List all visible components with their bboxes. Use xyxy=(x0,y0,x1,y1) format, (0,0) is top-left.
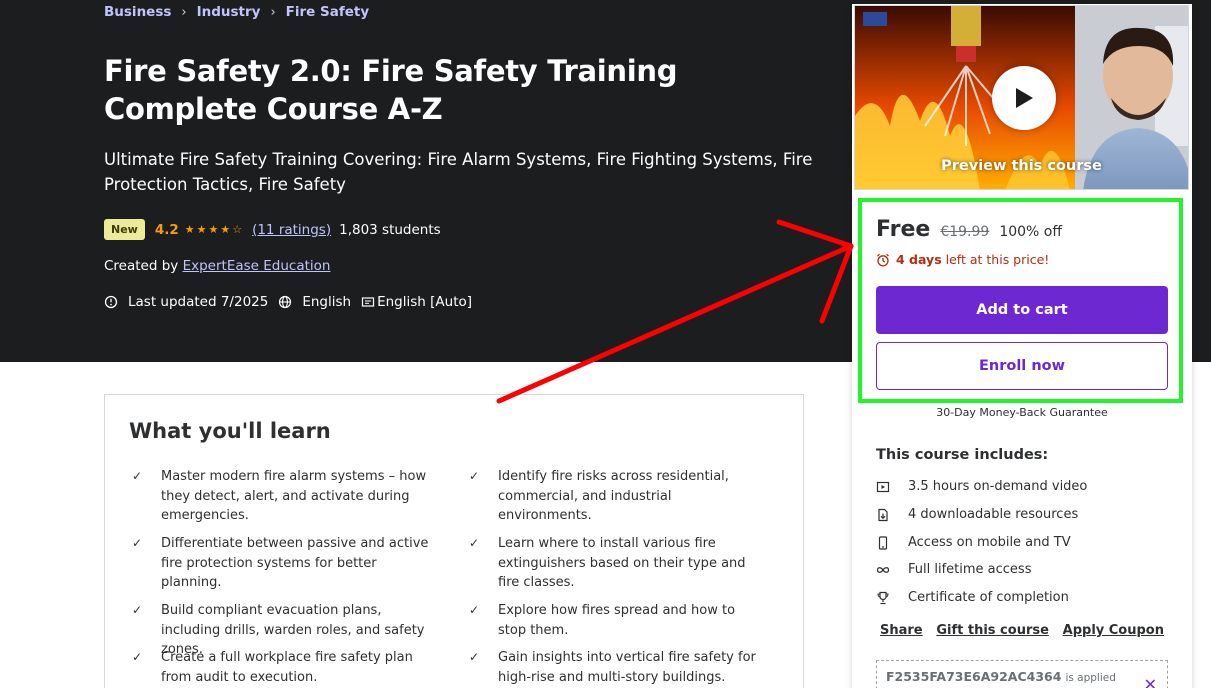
share-button[interactable]: Share xyxy=(876,623,927,638)
includes-title: This course includes: xyxy=(876,447,1049,463)
learn-item: ✓ Create a full workplace fire safety pl… xyxy=(129,648,429,687)
alert-clock-icon xyxy=(104,295,118,309)
money-back-guarantee: 30-Day Money-Back Guarantee xyxy=(936,406,1108,419)
course-preview[interactable]: Preview this course xyxy=(854,5,1189,190)
includes-item: 4 downloadable resources xyxy=(876,507,1078,522)
learn-item-text: Differentiate between passive and active… xyxy=(161,536,429,590)
mobile-icon xyxy=(876,535,908,550)
applied-coupon: F2535FA73E6A92AC4364 is applied ✕ xyxy=(876,660,1168,688)
includes-item-text: Full lifetime access xyxy=(908,562,1032,577)
learn-item: ✓ Identify fire risks across residential… xyxy=(466,467,766,526)
star-rating-icon: ★★★★☆ xyxy=(184,223,245,236)
closed-captions-icon xyxy=(361,297,375,307)
breadcrumb-industry[interactable]: Industry xyxy=(197,4,261,20)
last-updated: Last updated 7/2025 xyxy=(104,294,268,310)
includes-item-text: Certificate of completion xyxy=(908,590,1069,605)
learn-item: ✓ Gain insights into vertical fire safet… xyxy=(466,648,766,687)
course-actions: Share Gift this course Apply Coupon xyxy=(876,623,1168,638)
created-by: Created by ExpertEase Education xyxy=(104,258,330,274)
globe-icon xyxy=(279,295,292,309)
learn-item: ✓ Differentiate between passive and acti… xyxy=(129,534,429,593)
breadcrumb-fire-safety[interactable]: Fire Safety xyxy=(286,4,369,20)
check-icon: ✓ xyxy=(469,650,480,664)
remove-coupon-icon[interactable]: ✕ xyxy=(1144,675,1157,688)
chevron-right-icon: › xyxy=(270,4,276,20)
includes-item: Full lifetime access xyxy=(876,562,1031,577)
created-by-label: Created by xyxy=(104,258,179,274)
video-icon xyxy=(876,480,908,494)
learn-item: ✓ Explore how fires spread and how to st… xyxy=(466,601,766,640)
learn-item-text: Identify fire risks across residential, … xyxy=(498,469,729,523)
captions-text: English [Auto] xyxy=(377,294,473,310)
captions: English [Auto] xyxy=(361,294,472,310)
language-text: English xyxy=(302,294,352,310)
includes-item-text: Access on mobile and TV xyxy=(908,535,1071,550)
language: English xyxy=(278,294,351,310)
author-link[interactable]: ExpertEase Education xyxy=(183,258,331,274)
course-title: Fire Safety 2.0: Fire Safety Training Co… xyxy=(104,54,678,126)
rating-value: 4.2 xyxy=(154,221,179,238)
learn-item-text: Explore how fires spread and how to stop… xyxy=(498,603,736,638)
course-subtitle: Ultimate Fire Safety Training Covering: … xyxy=(104,150,813,194)
course-meta: Last updated 7/2025 English English [Aut… xyxy=(104,294,482,310)
ratings-count-link[interactable]: (11 ratings) xyxy=(252,222,331,238)
last-updated-text: Last updated 7/2025 xyxy=(128,294,269,310)
check-icon: ✓ xyxy=(469,536,480,550)
coupon-code: F2535FA73E6A92AC4364 xyxy=(886,669,1062,684)
apply-coupon-button[interactable]: Apply Coupon xyxy=(1059,623,1168,638)
check-icon: ✓ xyxy=(132,650,143,664)
breadcrumb-business[interactable]: Business xyxy=(104,4,171,20)
check-icon: ✓ xyxy=(469,469,480,483)
includes-item: 3.5 hours on-demand video xyxy=(876,479,1087,494)
learn-item: ✓ Learn where to install various fire ex… xyxy=(466,534,766,593)
infinity-icon xyxy=(876,563,908,577)
includes-item: Certificate of completion xyxy=(876,590,1069,605)
breadcrumb: Business › Industry › Fire Safety xyxy=(104,4,369,20)
includes-item-text: 4 downloadable resources xyxy=(908,507,1079,522)
play-icon xyxy=(1016,88,1033,108)
play-button[interactable] xyxy=(992,66,1056,130)
new-badge: New xyxy=(104,219,145,240)
learn-item-text: Gain insights into vertical fire safety … xyxy=(498,650,756,685)
learn-item-text: Learn where to install various fire exti… xyxy=(498,536,746,590)
trophy-icon xyxy=(876,591,908,605)
includes-item-text: 3.5 hours on-demand video xyxy=(908,479,1088,494)
what-you-learn-title: What you'll learn xyxy=(129,419,331,443)
check-icon: ✓ xyxy=(469,603,480,617)
preview-label: Preview this course xyxy=(941,158,1102,174)
coupon-status: is applied xyxy=(1065,672,1116,684)
gift-course-button[interactable]: Gift this course xyxy=(932,623,1053,638)
chevron-right-icon: › xyxy=(181,4,187,20)
learn-item: ✓ Master modern fire alarm systems – how… xyxy=(129,467,429,526)
what-you-learn-box: What you'll learn ✓ Master modern fire a… xyxy=(104,394,804,688)
highlight-box xyxy=(858,198,1183,403)
learn-item-text: Create a full workplace fire safety plan… xyxy=(161,650,413,685)
rating-row: New 4.2 ★★★★☆ (11 ratings) 1,803 student… xyxy=(104,219,441,240)
download-file-icon xyxy=(876,508,908,522)
learn-item-text: Master modern fire alarm systems – how t… xyxy=(161,469,427,523)
check-icon: ✓ xyxy=(132,469,143,483)
students-count: 1,803 students xyxy=(339,221,441,238)
check-icon: ✓ xyxy=(132,536,143,550)
includes-item: Access on mobile and TV xyxy=(876,535,1071,550)
